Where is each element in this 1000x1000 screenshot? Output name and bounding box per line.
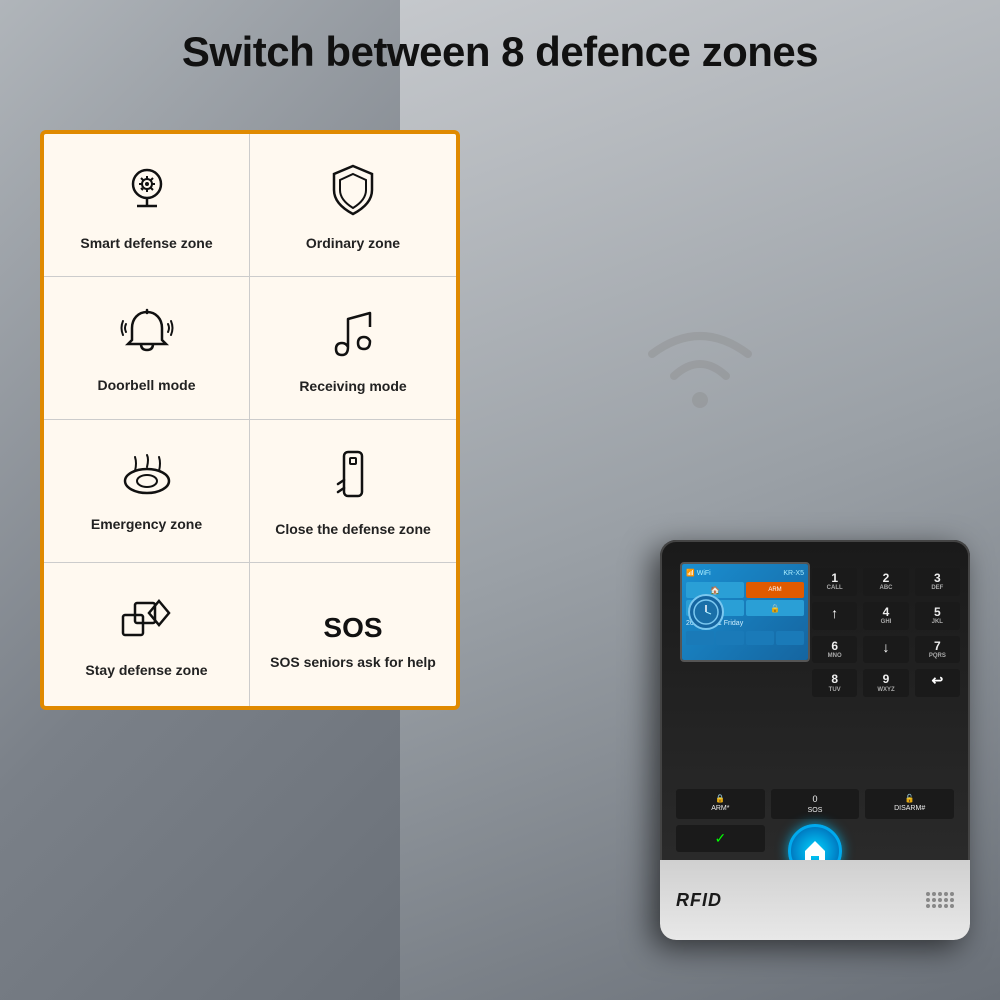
- device-keypad: 1CALL 2ABC 3DEF ↑ 4GHI 5JKL 6MNO ↓ 7PQRS…: [812, 568, 960, 697]
- key-8[interactable]: 8TUV: [812, 669, 857, 697]
- music-note-icon: [330, 305, 376, 369]
- feature-smart-defense-label: Smart defense zone: [80, 234, 212, 252]
- feature-ordinary-zone-label: Ordinary zone: [306, 234, 400, 252]
- key-2[interactable]: 2ABC: [863, 568, 908, 596]
- bell-icon: [120, 306, 174, 368]
- shield-icon: [328, 162, 378, 226]
- key-disarm[interactable]: 🔓DISARM#: [865, 789, 954, 819]
- page-title: Switch between 8 defence zones: [0, 28, 1000, 76]
- feature-emergency-zone-label: Emergency zone: [91, 515, 202, 533]
- key-up[interactable]: ↑: [812, 602, 857, 630]
- feature-close-defense-label: Close the defense zone: [275, 520, 431, 538]
- key-6[interactable]: 6MNO: [812, 636, 857, 664]
- feature-emergency-zone: Emergency zone: [44, 420, 250, 563]
- feature-receiving-mode: Receiving mode: [250, 277, 456, 420]
- smoke-detector-icon: [117, 453, 177, 507]
- key-0-sos[interactable]: 0SOS: [771, 789, 860, 819]
- feature-sos-seniors-label: SOS seniors ask for help: [270, 653, 436, 671]
- feature-sos-seniors: SOS SOS seniors ask for help: [250, 563, 456, 706]
- key-9[interactable]: 9WXYZ: [863, 669, 908, 697]
- rfid-label: RFID: [676, 890, 722, 911]
- key-arm[interactable]: 🔒ARM*: [676, 789, 765, 819]
- feature-close-defense: Close the defense zone: [250, 420, 456, 563]
- screen-clock: [688, 594, 724, 630]
- feature-stay-defense: Stay defense zone: [44, 563, 250, 706]
- head-gear-icon: [119, 162, 175, 226]
- wifi-signal-icon: [620, 300, 780, 420]
- device-screen: 📶 WiFi KR-X5 🏠 ARM 📷 🔒: [680, 562, 810, 662]
- key-7[interactable]: 7PQRS: [915, 636, 960, 664]
- feature-card: Smart defense zone Ordinary zone D: [40, 130, 460, 710]
- screen-content: 📶 WiFi KR-X5 🏠 ARM 📷 🔒: [682, 564, 808, 660]
- key-1[interactable]: 1CALL: [812, 568, 857, 596]
- feature-ordinary-zone: Ordinary zone: [250, 134, 456, 277]
- key-3[interactable]: 3DEF: [915, 568, 960, 596]
- key-5[interactable]: 5JKL: [915, 602, 960, 630]
- feature-doorbell-mode: Doorbell mode: [44, 277, 250, 420]
- feature-doorbell-mode-label: Doorbell mode: [97, 376, 195, 394]
- key-back[interactable]: ↩: [915, 669, 960, 697]
- key-icon: [330, 448, 376, 512]
- speaker-grille: [926, 892, 954, 908]
- feature-smart-defense: Smart defense zone: [44, 134, 250, 277]
- key-4[interactable]: 4GHI: [863, 602, 908, 630]
- sos-icon: SOS: [323, 601, 382, 645]
- alarm-device: 📶 WiFi KR-X5 🏠 ARM 📷 🔒: [660, 540, 970, 940]
- shapes-icon: [119, 593, 175, 653]
- key-down[interactable]: ↓: [863, 636, 908, 664]
- device-bottom-bar: RFID: [660, 860, 970, 940]
- feature-stay-defense-label: Stay defense zone: [85, 661, 207, 679]
- key-check[interactable]: ✓: [676, 825, 765, 852]
- feature-receiving-mode-label: Receiving mode: [299, 377, 406, 395]
